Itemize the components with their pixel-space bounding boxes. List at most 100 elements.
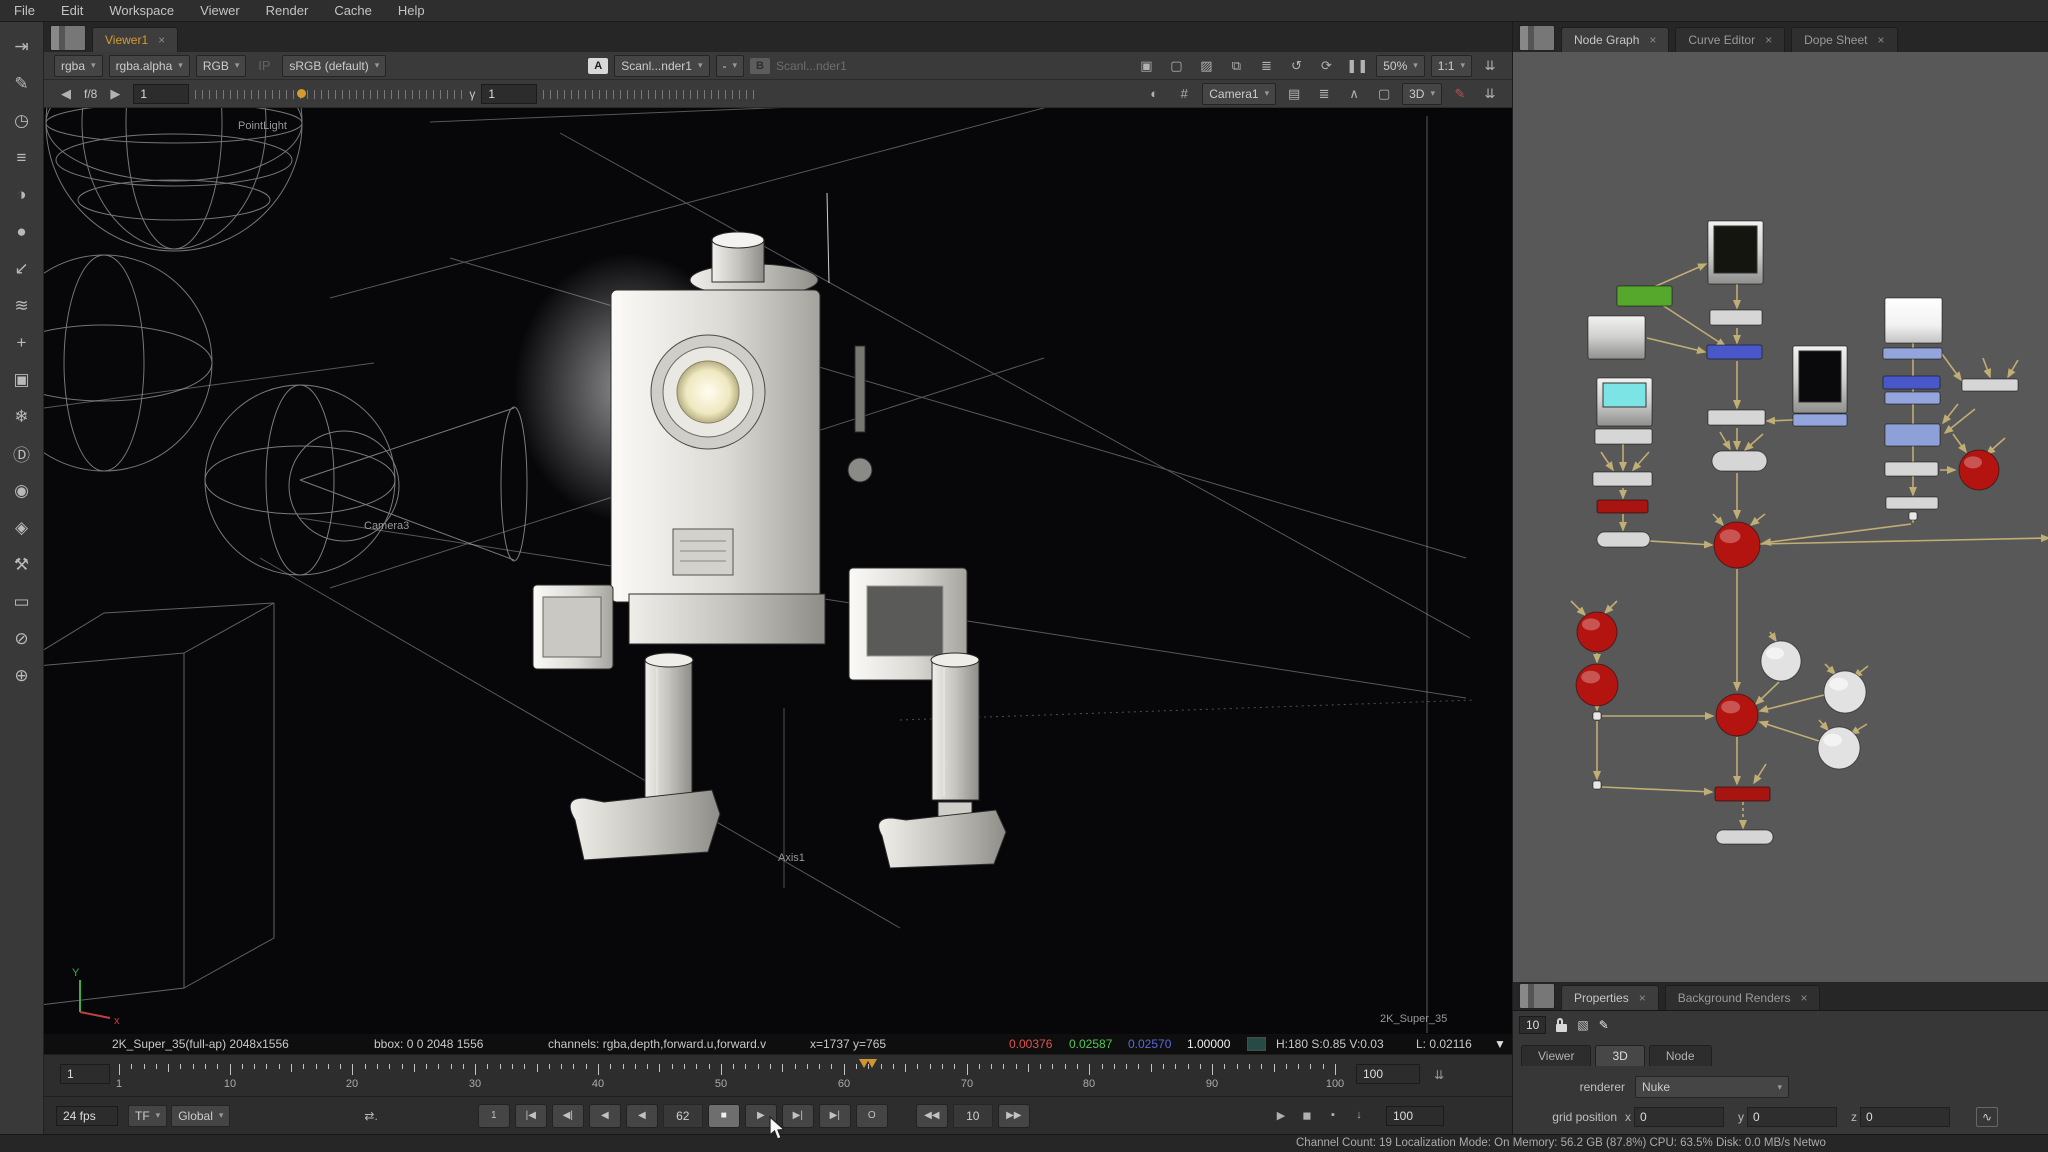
refresh-icon[interactable]: ↺ [1284, 56, 1308, 76]
max-panels-input[interactable]: 10 [1519, 1016, 1546, 1034]
gray-node[interactable] [1962, 379, 2018, 391]
close-icon[interactable]: × [1639, 991, 1646, 1005]
menu-help[interactable]: Help [398, 3, 425, 18]
lock-icon[interactable] [1556, 1024, 1567, 1032]
menu-file[interactable]: File [14, 3, 35, 18]
decrement-frame-button[interactable]: ◀◀ [916, 1104, 948, 1128]
views-node-icon[interactable]: ◉ [6, 474, 38, 507]
grid-z-input[interactable]: 0 [1860, 1107, 1950, 1127]
close-icon[interactable]: × [1800, 991, 1807, 1005]
ab-mix-select[interactable]: -▾ [716, 55, 745, 77]
lightblue-node[interactable] [1793, 414, 1847, 426]
gain-next-icon[interactable]: ▶ [103, 84, 127, 104]
collapse-timeline-icon[interactable]: ⇊ [1434, 1068, 1444, 1082]
dot-node[interactable] [1597, 532, 1650, 547]
snap-grid-icon[interactable]: # [1172, 84, 1196, 104]
red-bar-node[interactable] [1715, 787, 1770, 801]
red-merge-node[interactable] [1714, 522, 1760, 568]
gray-node[interactable] [1885, 462, 1938, 476]
alpha-select[interactable]: rgba.alpha▾ [109, 55, 190, 77]
headlamp-icon[interactable]: ◐ [1142, 84, 1166, 104]
view-mode-select[interactable]: 3D▾ [1402, 83, 1442, 105]
range-in-input[interactable]: 1 [60, 1064, 110, 1084]
checkerboard-icon[interactable]: ▨ [1194, 56, 1218, 76]
subtab-viewer[interactable]: Viewer [1521, 1045, 1591, 1066]
gain-slider-knob[interactable] [297, 89, 306, 98]
axis-node-icon[interactable]: ⊕ [6, 659, 38, 692]
dot-node[interactable] [1712, 451, 1767, 471]
increment-frame-button[interactable]: ▶▶ [998, 1104, 1030, 1128]
elbow-dot[interactable] [1593, 781, 1601, 789]
ofx-node-icon[interactable]: ⊘ [6, 622, 38, 655]
subtab-node[interactable]: Node [1649, 1045, 1712, 1066]
menu-render[interactable]: Render [266, 3, 309, 18]
lightblue-node[interactable] [1885, 392, 1940, 404]
time-node-icon[interactable]: ◷ [6, 104, 38, 137]
fps-input[interactable]: 24 fps [56, 1106, 118, 1126]
close-icon[interactable]: × [1765, 33, 1772, 47]
lock-icon[interactable]: ▪ [1324, 1109, 1342, 1122]
mask-brush-icon[interactable]: ✎ [1448, 84, 1472, 104]
tab-background-renders[interactable]: Background Renders× [1665, 985, 1821, 1010]
panel-menu-icon[interactable] [1519, 25, 1555, 51]
stop-button[interactable]: ■ [708, 1104, 740, 1128]
menu-workspace[interactable]: Workspace [109, 3, 174, 18]
play-mode-icon[interactable]: ⇄. [364, 1109, 377, 1123]
global-select[interactable]: Global▾ [171, 1105, 230, 1127]
tf-select[interactable]: TF▾ [128, 1105, 167, 1127]
gray-node[interactable] [1710, 310, 1762, 325]
layer-list-icon[interactable]: ≣ [1312, 84, 1336, 104]
monitor-node[interactable] [1597, 378, 1652, 426]
draw-node-icon[interactable]: ✎ [6, 67, 38, 100]
playhead-marker[interactable] [859, 1059, 877, 1073]
wipe-icon[interactable]: ⧉ [1224, 56, 1248, 76]
read-node[interactable] [1708, 221, 1763, 284]
range-start-button[interactable]: 1 [478, 1104, 510, 1128]
gamma-input[interactable]: 1 [481, 84, 537, 104]
proxy-select[interactable]: 1:1▾ [1431, 55, 1472, 77]
merge-node-icon[interactable]: ≋ [6, 289, 38, 322]
red-merge-node[interactable] [1716, 694, 1758, 736]
monitor-output-icon[interactable]: ▣ [1134, 56, 1158, 76]
dot-node[interactable] [1716, 830, 1773, 844]
keyer-node-icon[interactable]: ↙ [6, 252, 38, 285]
gray-node[interactable] [1595, 429, 1652, 444]
range-end-input[interactable]: 100 [1386, 1106, 1444, 1126]
export-icon[interactable]: ↓ [1350, 1109, 1368, 1122]
goto-end-button[interactable]: ▶| [819, 1104, 851, 1128]
close-icon[interactable]: × [1878, 33, 1885, 47]
edit-pencil-icon[interactable]: ✎ [1599, 1018, 1609, 1032]
gamma-display-icon[interactable]: ▢ [1164, 56, 1188, 76]
elbow-dot[interactable] [1593, 712, 1601, 720]
elbow-dot[interactable] [1909, 512, 1917, 520]
image-node-icon[interactable]: ⇥ [6, 30, 38, 63]
collapse-toolbar-icon[interactable]: ⇊ [1478, 56, 1502, 76]
grid-x-input[interactable]: 0 [1634, 1107, 1724, 1127]
white-sphere-node[interactable] [1818, 727, 1860, 769]
camera-select[interactable]: Camera1▾ [1202, 83, 1276, 105]
render-mode-icon[interactable]: ▤ [1282, 84, 1306, 104]
layer-select[interactable]: rgba▾ [54, 55, 103, 77]
collapse-toolbar-icon[interactable]: ⇊ [1478, 84, 1502, 104]
current-frame-display[interactable]: 62 [663, 1104, 703, 1128]
prev-keyframe-button[interactable]: ◀| [552, 1104, 584, 1128]
range-out-input[interactable]: 100 [1356, 1064, 1420, 1084]
tab-properties[interactable]: Properties× [1561, 985, 1659, 1010]
stack-view-icon[interactable]: ≣ [1254, 56, 1278, 76]
loop-mode-button[interactable]: O [856, 1104, 888, 1128]
gray-node[interactable] [1593, 472, 1652, 486]
gray-box-node[interactable] [1588, 316, 1645, 359]
tab-curve-editor[interactable]: Curve Editor× [1675, 27, 1785, 52]
panel-menu-icon[interactable] [50, 25, 86, 51]
white-sphere-node[interactable] [1824, 671, 1866, 713]
gain-prev-icon[interactable]: ◀ [54, 84, 78, 104]
color-node-icon[interactable]: ◑ [6, 178, 38, 211]
lightblue-node[interactable] [1883, 348, 1942, 359]
red-bar-node[interactable] [1597, 500, 1648, 513]
flipbook-play-icon[interactable]: ▶ [1272, 1109, 1290, 1122]
particles-node-icon[interactable]: ❄ [6, 400, 38, 433]
play-forward-button[interactable]: ▶ [745, 1104, 777, 1128]
gray-node[interactable] [1708, 410, 1765, 425]
animation-curve-icon[interactable]: ∿ [1976, 1107, 1998, 1127]
menu-viewer[interactable]: Viewer [200, 3, 240, 18]
